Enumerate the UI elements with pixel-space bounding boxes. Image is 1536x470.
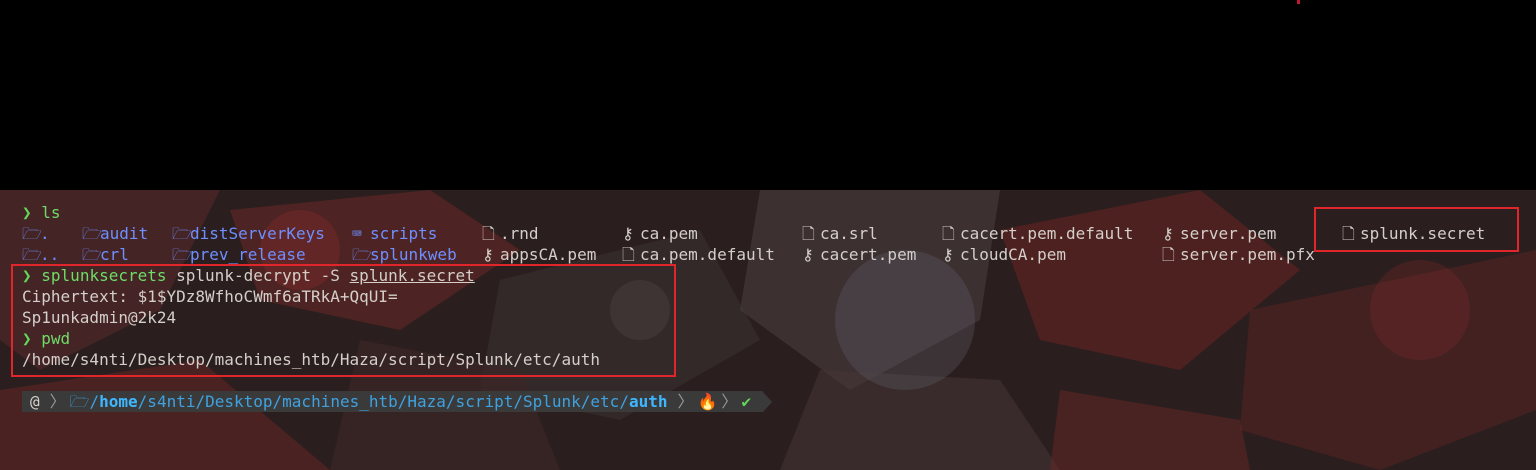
ls-entry-ca-pem: ⚷ ca.pem — [622, 224, 698, 243]
file-icon: 🗋 — [802, 224, 815, 243]
key-icon: ⚷ — [622, 224, 634, 243]
ls-entry-cacert-pem-default: 🗋 cacert.pem.default — [942, 224, 1134, 243]
highlight-box-decrypt-output — [11, 264, 676, 377]
folder-open-icon: 🗁 — [352, 245, 372, 264]
file-icon: 🗋 — [482, 224, 495, 243]
check-icon: ✔ — [741, 392, 752, 411]
path-last: auth — [628, 392, 668, 411]
highlight-box-splunk-secret — [1314, 207, 1519, 252]
red-dot — [1297, 0, 1300, 4]
ls-entry-prev-release: 🗁prev_release — [172, 245, 306, 264]
ls-entry-ca-srl: 🗋 ca.srl — [802, 224, 878, 243]
folder-open-icon: 🗁 — [172, 224, 192, 243]
ls-prompt-line: ❯ ls — [22, 202, 61, 223]
ls-entry-ca-pem-default: 🗋 ca.pem.default — [622, 245, 775, 264]
debian-swirl-icon: @ — [30, 392, 40, 411]
ls-entry-server-pem: ⚷ server.pem — [1162, 224, 1277, 243]
file-icon: 🗋 — [622, 245, 635, 264]
segment-separator-icon: 〉 — [677, 392, 694, 411]
key-icon: ⚷ — [482, 245, 494, 264]
terminal-icon: ⌨ — [352, 224, 362, 243]
path-segment: 〉 🗁 / home/s4nti/Desktop/machines_htb/Haza/… — [45, 391, 674, 412]
key-icon: ⚷ — [802, 245, 814, 264]
os-segment: @ — [22, 391, 46, 412]
key-icon: ⚷ — [942, 245, 954, 264]
folder-open-icon: 🗁 — [82, 245, 102, 264]
ls-entry-dot: 🗁. — [22, 224, 50, 243]
file-icon: 🗋 — [942, 224, 955, 243]
ls-entry-splunkweb: 🗁splunkweb — [352, 245, 457, 264]
fire-icon: 🔥 — [697, 392, 718, 411]
ls-entry-cacert-pem: ⚷ cacert.pem — [802, 245, 917, 264]
ls-entry-crl: 🗁crl — [82, 245, 129, 264]
ls-entry-rnd: 🗋 .rnd — [482, 224, 539, 243]
folder-open-icon: 🗁 — [172, 245, 192, 264]
key-icon: ⚷ — [1162, 224, 1174, 243]
powerline-end-icon — [763, 391, 773, 412]
ls-entry-audit: 🗁audit — [82, 224, 149, 243]
powerline-prompt: @ 〉 🗁 / home/s4nti/Desktop/machines_htb/Haz… — [22, 391, 773, 412]
path-prefix: / — [89, 392, 100, 411]
ls-entry-dotdot: 🗁.. — [22, 245, 60, 264]
ls-entry-cloudca-pem: ⚷ cloudCA.pem — [942, 245, 1066, 264]
segment-separator-icon: 〉 — [49, 392, 66, 411]
ls-entry-appsca-pem: ⚷ appsCA.pem — [482, 245, 597, 264]
folder-open-icon: 🗁 — [22, 245, 42, 264]
status-segment: 〉 🔥 〉 ✔ — [673, 391, 764, 412]
prompt-arrow-icon: ❯ — [22, 203, 32, 222]
path-middle: /s4nti/Desktop/machines_htb/Haza/script/… — [137, 392, 629, 411]
blank-area — [0, 0, 1536, 190]
path-home: home — [99, 392, 138, 411]
ls-entry-distserverkeys: 🗁distServerKeys — [172, 224, 325, 243]
ls-entry-scripts: ⌨ scripts — [352, 224, 438, 243]
folder-open-icon: 🗁 — [82, 224, 102, 243]
folder-open-icon: 🗁 — [22, 224, 42, 243]
ls-command: ls — [41, 203, 61, 222]
file-icon: 🗋 — [1162, 245, 1175, 264]
folder-open-icon: 🗁 — [69, 392, 90, 411]
terminal-window[interactable]: ❯ ls 🗁. 🗁audit 🗁distServerKeys ⌨ scripts … — [0, 190, 1536, 470]
segment-separator-icon: 〉 — [721, 392, 738, 411]
ls-entry-server-pem-pfx: 🗋 server.pem.pfx — [1162, 245, 1315, 264]
